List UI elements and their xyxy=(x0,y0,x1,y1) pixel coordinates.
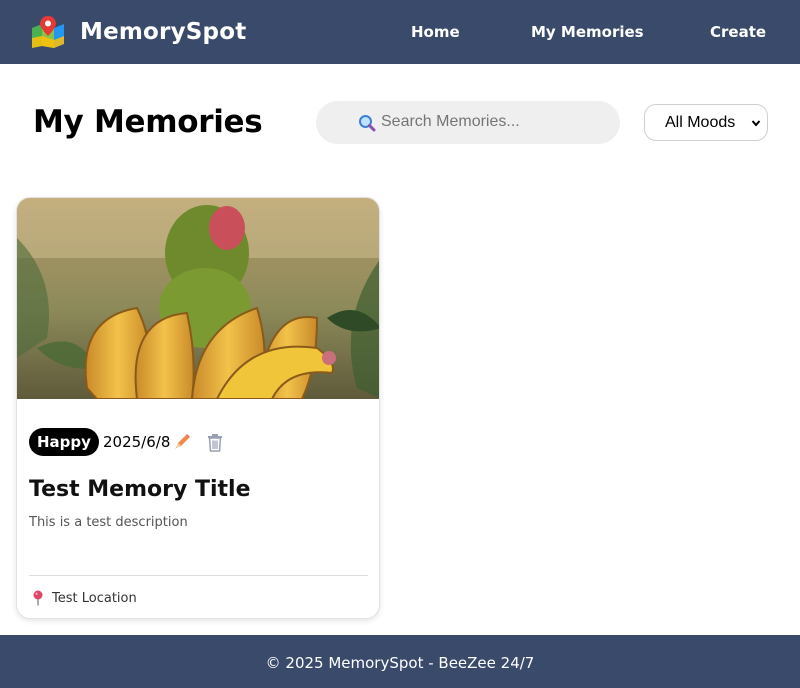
search-icon xyxy=(359,115,376,132)
memory-card[interactable]: Happy 2025/6/8 Test Memory Title This is… xyxy=(16,197,380,619)
nav-home[interactable]: Home xyxy=(411,23,460,41)
card-divider xyxy=(29,575,368,576)
mood-badge: Happy xyxy=(29,428,99,456)
chevron-down-icon xyxy=(751,120,761,127)
memory-title: Test Memory Title xyxy=(29,477,251,502)
nav-create[interactable]: Create xyxy=(710,23,766,41)
pencil-icon[interactable] xyxy=(172,432,192,452)
memory-photo xyxy=(17,198,379,399)
page-title: My Memories xyxy=(33,104,263,140)
mood-filter-select[interactable]: All Moods xyxy=(644,104,768,141)
memory-description: This is a test description xyxy=(29,515,188,530)
memory-location: Test Location xyxy=(52,591,137,606)
search-input[interactable] xyxy=(381,108,611,136)
footer: © 2025 MemorySpot - BeeZee 24/7 xyxy=(0,635,800,688)
mood-filter-value: All Moods xyxy=(665,113,736,131)
brand[interactable]: MemorySpot xyxy=(30,14,246,50)
brand-name: MemorySpot xyxy=(80,19,247,45)
map-pin-icon xyxy=(32,16,64,48)
memory-date: 2025/6/8 xyxy=(103,433,171,451)
top-navbar: MemorySpot Home My Memories Create xyxy=(0,0,800,64)
trash-icon[interactable] xyxy=(206,433,224,452)
footer-text: © 2025 MemorySpot - BeeZee 24/7 xyxy=(265,654,535,672)
pin-icon xyxy=(33,590,43,606)
nav-my-memories[interactable]: My Memories xyxy=(531,23,644,41)
